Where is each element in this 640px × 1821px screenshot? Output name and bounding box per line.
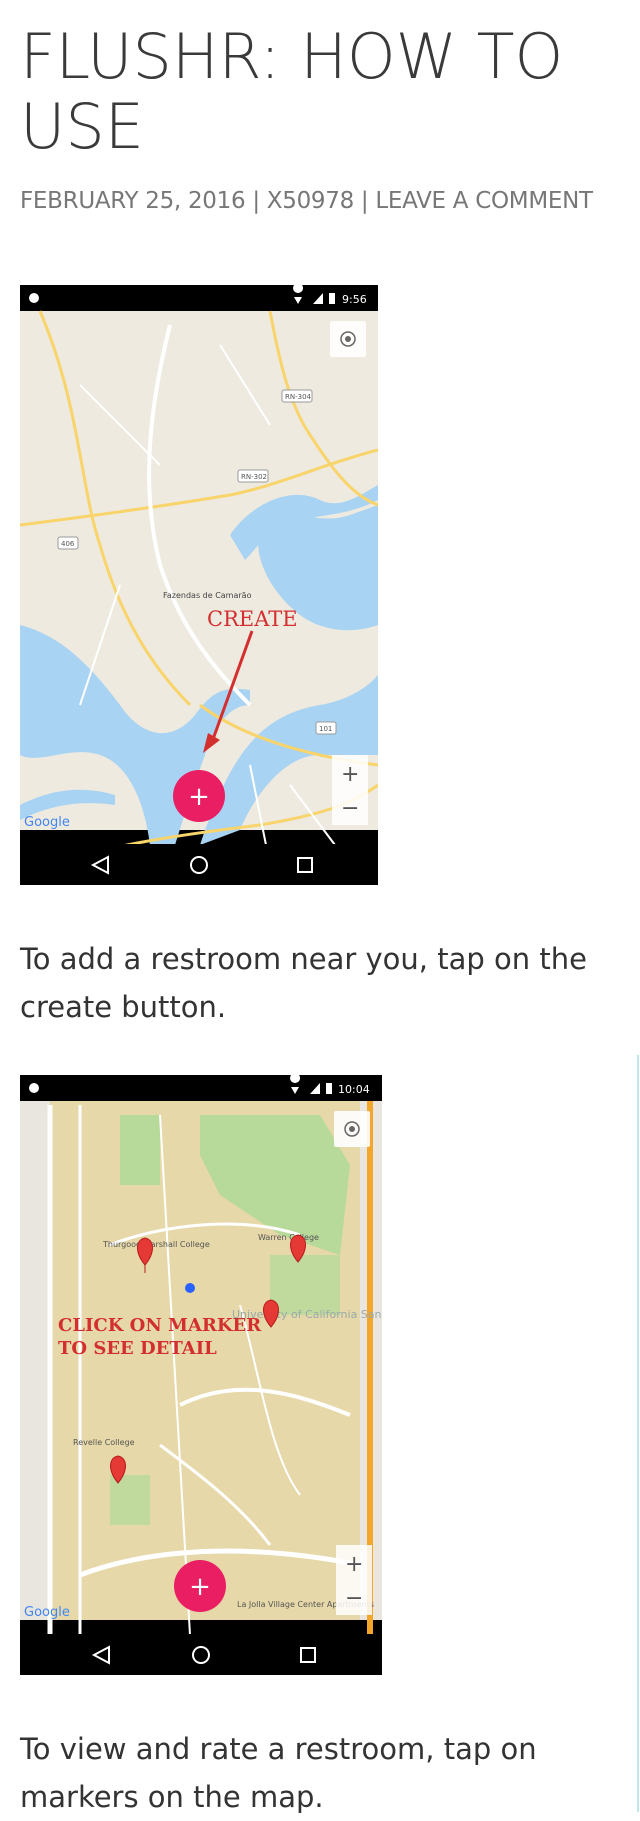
road-label: 406 (61, 540, 75, 548)
road-label: 101 (319, 725, 332, 733)
map-illustration-2: 10:04 Thurgood Marshall College Warren C… (20, 1075, 382, 1675)
map-illustration-1: 9:56 RN-304 RN-302 406 101 Fazendas de C… (20, 285, 378, 885)
road-label: RN-302 (241, 473, 267, 481)
zoom-out-button: − (341, 796, 359, 821)
instruction-view-rate: To view and rate a restroom, tap on mark… (20, 1732, 537, 1814)
notification-icon (29, 1083, 39, 1093)
notification-icon (29, 293, 39, 303)
post-date-link[interactable]: FEBRUARY 25, 2016 (20, 188, 246, 214)
status-time: 9:56 (342, 293, 367, 306)
fab-plus-icon: + (189, 1572, 211, 1602)
post-author-link[interactable]: X50978 (267, 188, 354, 214)
meta-separator: | (252, 188, 260, 214)
fab-plus-icon: + (188, 782, 210, 812)
marker-annotation-line2: TO SEE DETAIL (58, 1338, 217, 1359)
leave-comment-link[interactable]: LEAVE A COMMENT (375, 188, 593, 214)
battery-icon (326, 1083, 332, 1094)
zoom-out-button: − (345, 1586, 363, 1611)
status-time: 10:04 (338, 1083, 370, 1096)
marker-annotation-line1: CLICK ON MARKER (58, 1315, 262, 1336)
place-label: Fazendas de Camarão (163, 591, 252, 600)
create-annotation: CREATE (207, 607, 298, 631)
app-screenshot-markers: 10:04 Thurgood Marshall College Warren C… (20, 1075, 382, 1675)
battery-icon (329, 293, 335, 304)
current-location-dot (185, 1283, 195, 1293)
app-screenshot-create: 9:56 RN-304 RN-302 406 101 Fazendas de C… (20, 285, 378, 885)
zoom-in-button: + (345, 1552, 363, 1577)
google-logo: Google (24, 815, 70, 830)
zoom-in-button: + (341, 762, 359, 787)
google-logo: Google (24, 1605, 70, 1620)
map-label: Warren College (258, 1233, 319, 1242)
post-meta: FEBRUARY 25, 2016 | X50978 | LEAVE A COM… (20, 188, 593, 214)
instruction-create: To add a restroom near you, tap on the c… (20, 942, 587, 1024)
meta-separator: | (360, 188, 369, 214)
road-label: RN-304 (285, 393, 312, 401)
sidebar-divider (637, 1055, 639, 1812)
post-title: FLUSHR: HOW TO USE (20, 20, 564, 163)
map-label: Revelle College (73, 1438, 135, 1447)
map-label: Thurgood Marshall College (102, 1240, 210, 1249)
